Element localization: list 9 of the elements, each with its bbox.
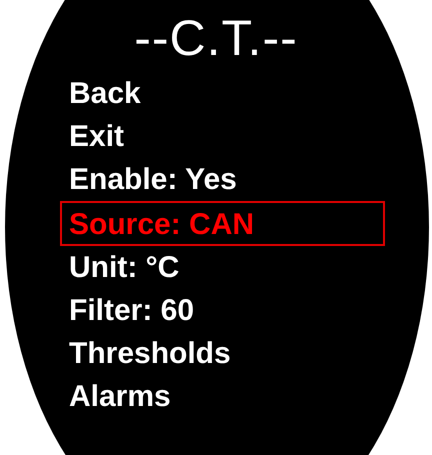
menu-item[interactable]: Unit: °C — [60, 246, 385, 289]
menu-item[interactable]: Enable: Yes — [60, 158, 385, 201]
menu-item[interactable]: Source: CAN — [60, 201, 385, 246]
screen-title: --C.T.-- — [134, 9, 298, 68]
menu-item[interactable]: Back — [60, 72, 385, 115]
menu-item[interactable]: Exit — [60, 115, 385, 158]
menu-item[interactable]: Filter: 60 — [60, 289, 385, 332]
menu-item[interactable]: Thresholds — [60, 332, 385, 375]
menu-item[interactable]: Alarms — [60, 375, 385, 418]
